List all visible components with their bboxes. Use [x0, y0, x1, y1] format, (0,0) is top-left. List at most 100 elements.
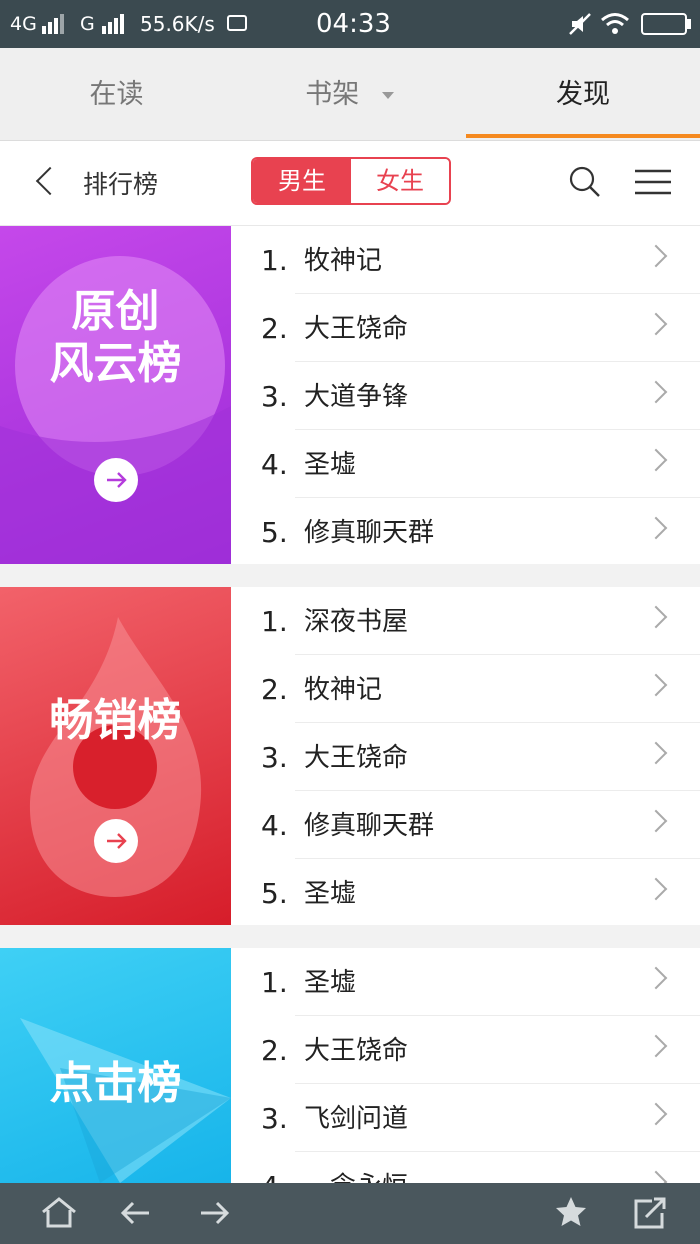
hamburger-menu-icon[interactable] [634, 168, 672, 196]
list-item[interactable]: 3. 大王饶命 [231, 723, 700, 791]
arrow-right-icon [107, 472, 127, 488]
home-icon[interactable] [40, 1195, 78, 1231]
list-item[interactable]: 1. 深夜书屋 [231, 587, 700, 655]
wifi-icon [601, 13, 629, 34]
rank-number: 4. [261, 1170, 288, 1183]
book-title: 修真聊天群 [304, 811, 435, 841]
book-title: 圣墟 [304, 450, 357, 480]
tab-bookshelf[interactable]: 书架 [233, 48, 466, 140]
chevron-right-icon [644, 1034, 668, 1058]
ranking-bestseller: 畅销榜 1. 深夜书屋 2. 牧神记 3. 大王饶命 4. 修真聊天群 5. 圣墟 [0, 587, 700, 925]
rank-number: 4. [261, 448, 288, 481]
list-item[interactable]: 4. 一念永恒 [231, 1152, 700, 1183]
rank-number: 3. [261, 1102, 288, 1135]
book-title: 大王饶命 [304, 314, 409, 344]
back-button[interactable] [30, 166, 65, 197]
active-tab-indicator [466, 134, 700, 138]
rank-number: 1. [261, 966, 288, 999]
chevron-right-icon [644, 741, 668, 765]
banner-arrow-button[interactable] [94, 819, 138, 863]
list-item[interactable]: 2. 牧神记 [231, 655, 700, 723]
ranking-list: 1. 深夜书屋 2. 牧神记 3. 大王饶命 4. 修真聊天群 5. 圣墟 [231, 587, 700, 927]
rank-number: 2. [261, 1034, 288, 1067]
network-type-4g: 4G [10, 13, 37, 35]
chevron-right-icon [644, 809, 668, 833]
chevron-right-icon [644, 605, 668, 629]
list-item[interactable]: 4. 修真聊天群 [231, 791, 700, 859]
chevron-right-icon [644, 966, 668, 990]
arrow-right-icon [107, 833, 127, 849]
back-arrow-icon[interactable] [118, 1195, 154, 1231]
banner-arrow-button[interactable] [94, 458, 138, 502]
share-icon[interactable] [632, 1195, 668, 1231]
book-title: 圣墟 [304, 879, 357, 909]
book-title: 一念永恒 [304, 1166, 408, 1183]
ranking-list: 1. 牧神记 2. 大王饶命 3. 大道争锋 4. 圣墟 5. 修真聊天群 [231, 226, 700, 566]
battery-tip [687, 19, 691, 29]
chevron-right-icon [644, 1170, 668, 1183]
book-title: 牧神记 [304, 246, 383, 276]
flame-decoration [29, 617, 202, 897]
bottom-toolbar [0, 1183, 700, 1244]
tab-reading[interactable]: 在读 [0, 48, 233, 140]
book-title: 深夜书屋 [304, 607, 409, 637]
signal-bars-icon [42, 14, 68, 34]
banner-title-line1: 原创 [71, 286, 160, 337]
forward-arrow-icon[interactable] [196, 1195, 232, 1231]
list-item[interactable]: 1. 圣墟 [231, 948, 700, 1016]
list-item[interactable]: 5. 修真聊天群 [231, 498, 700, 566]
chevron-right-icon [644, 1102, 668, 1126]
rank-number: 5. [261, 877, 288, 910]
rank-number: 1. [261, 244, 288, 277]
mute-icon [569, 13, 591, 35]
ranking-clicks: 点击榜 1. 圣墟 2. 大王饶命 3. 飞剑问道 4. 一念永恒 [0, 948, 700, 1183]
list-item[interactable]: 2. 大王饶命 [231, 1016, 700, 1084]
ranking-list: 1. 圣墟 2. 大王饶命 3. 飞剑问道 4. 一念永恒 [231, 948, 700, 1183]
list-item[interactable]: 3. 大道争锋 [231, 362, 700, 430]
network-speed: 55.6K/s [140, 12, 215, 36]
book-title: 修真聊天群 [304, 518, 435, 548]
top-tab-bar: 在读 书架 发现 [0, 48, 700, 141]
chevron-right-icon [644, 448, 668, 472]
banner-title: 点击榜 [49, 1058, 182, 1109]
list-item[interactable]: 4. 圣墟 [231, 430, 700, 498]
search-icon[interactable] [568, 165, 602, 199]
clock: 04:33 [316, 9, 391, 39]
book-title: 飞剑问道 [304, 1104, 409, 1134]
list-item[interactable]: 1. 牧神记 [231, 226, 700, 294]
chevron-right-icon [644, 244, 668, 268]
chevron-right-icon [644, 380, 668, 404]
banner-original[interactable]: 原创 风云榜 [0, 226, 231, 564]
chevron-right-icon [644, 312, 668, 336]
banner-title: 畅销榜 [49, 695, 182, 746]
notification-icon [227, 15, 247, 31]
list-item[interactable]: 2. 大王饶命 [231, 294, 700, 362]
male-toggle-button[interactable]: 男生 [253, 159, 351, 203]
book-title: 牧神记 [304, 675, 383, 705]
list-item[interactable]: 5. 圣墟 [231, 859, 700, 927]
signal-bars-icon [102, 14, 128, 34]
status-bar: 4G G 55.6K/s 04:33 [0, 0, 700, 48]
book-title: 大王饶命 [304, 1036, 409, 1066]
female-toggle-button[interactable]: 女生 [351, 159, 449, 203]
tab-discover[interactable]: 发现 [466, 48, 700, 140]
banner-title-line2: 风云榜 [49, 338, 182, 389]
banner-decoration [0, 256, 231, 564]
ranking-original: 原创 风云榜 1. 牧神记 2. 大王饶命 3. 大道争锋 4. 圣墟 5. 修真聊天群 [0, 226, 700, 564]
rank-number: 4. [261, 809, 288, 842]
star-icon[interactable] [554, 1195, 588, 1229]
book-title: 大王饶命 [304, 743, 409, 773]
chevron-right-icon [644, 673, 668, 697]
rank-number: 2. [261, 312, 288, 345]
banner-clicks[interactable]: 点击榜 [0, 948, 231, 1183]
rank-number: 5. [261, 516, 288, 549]
book-title: 圣墟 [304, 968, 357, 998]
tab-bookshelf-label: 书架 [305, 79, 360, 110]
rank-number: 3. [261, 741, 288, 774]
battery-icon [641, 13, 687, 35]
caret-down-icon [381, 92, 394, 99]
chevron-right-icon [644, 516, 668, 540]
list-item[interactable]: 3. 飞剑问道 [231, 1084, 700, 1152]
book-title: 大道争锋 [304, 382, 409, 412]
banner-bestseller[interactable]: 畅销榜 [0, 587, 231, 925]
